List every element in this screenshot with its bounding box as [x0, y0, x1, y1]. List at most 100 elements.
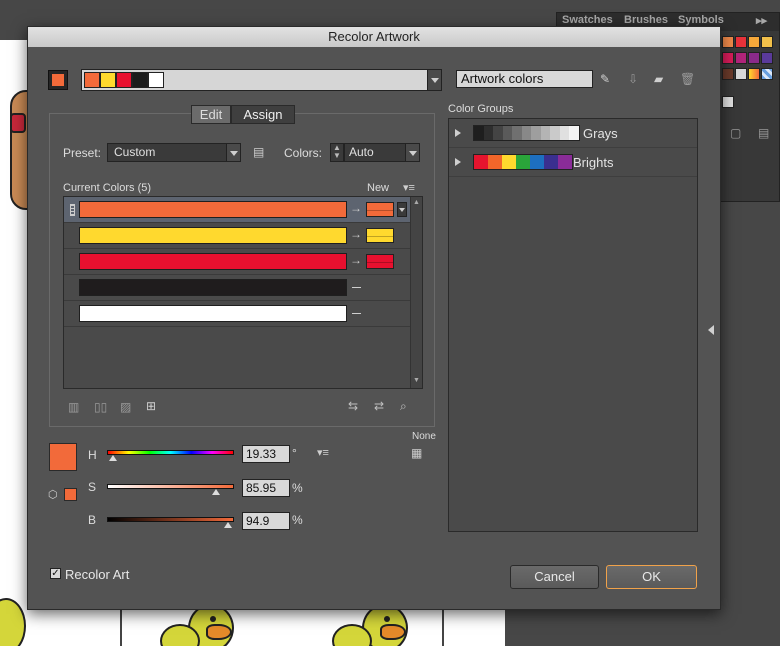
- swatch[interactable]: [748, 36, 760, 48]
- merge-colors-icon[interactable]: ▥: [68, 400, 79, 414]
- swatch[interactable]: [761, 36, 773, 48]
- delete-swatch-icon[interactable]: ▤: [758, 126, 769, 140]
- swatch[interactable]: [748, 52, 760, 64]
- swatch[interactable]: [722, 96, 734, 108]
- find-colors-icon[interactable]: ⌕: [400, 399, 407, 414]
- tab-assign[interactable]: Assign: [231, 105, 295, 124]
- color-row[interactable]: →: [64, 197, 410, 223]
- swatch[interactable]: [735, 68, 747, 80]
- color-group-row[interactable]: Brights: [449, 148, 697, 177]
- randomly-change-saturation-icon[interactable]: ⇄: [374, 399, 384, 413]
- swatch[interactable]: [761, 52, 773, 64]
- new-color-swatch[interactable]: [366, 254, 394, 269]
- color-reduction-options-icon[interactable]: ▤: [253, 145, 264, 159]
- hue-slider-thumb[interactable]: [109, 455, 118, 461]
- color-group-strip-dropdown[interactable]: [81, 69, 442, 91]
- swatch[interactable]: [735, 36, 747, 48]
- group-color-chip: [531, 126, 541, 140]
- recolor-art-checkbox[interactable]: ✓: [50, 568, 61, 579]
- saturation-slider-thumb[interactable]: [212, 489, 221, 495]
- out-of-gamut-icon[interactable]: ⬡: [48, 488, 58, 501]
- swatch[interactable]: [722, 68, 734, 80]
- color-list[interactable]: → → → ▲ ▼: [63, 196, 423, 389]
- list-menu-icon[interactable]: ▾≡: [403, 181, 415, 194]
- brightness-input[interactable]: 94.9: [242, 512, 290, 530]
- new-swatch-icon[interactable]: ▢: [730, 126, 741, 140]
- color-strip: [84, 72, 164, 88]
- current-color-bar[interactable]: [79, 253, 347, 270]
- current-color-bar[interactable]: [79, 201, 347, 218]
- group-color-chip: [569, 126, 579, 140]
- chevron-down-icon: [399, 208, 405, 212]
- current-color-bar[interactable]: [79, 227, 347, 244]
- color-groups-list[interactable]: Grays Brights: [448, 118, 698, 532]
- group-color-chip: [502, 155, 516, 169]
- preset-value: Custom: [114, 145, 156, 159]
- cancel-button[interactable]: Cancel: [510, 565, 599, 589]
- mapping-arrow-icon[interactable]: →: [350, 201, 362, 215]
- collapse-panel-icon[interactable]: [708, 325, 714, 335]
- current-color-swatch-frame[interactable]: [48, 70, 68, 90]
- saturation-unit: %: [292, 481, 303, 495]
- mapping-arrow-icon[interactable]: →: [350, 227, 362, 241]
- brightness-slider[interactable]: [107, 517, 234, 522]
- expand-group-icon[interactable]: [455, 129, 461, 137]
- chevron-down-icon[interactable]: [226, 144, 240, 161]
- brightness-slider-thumb[interactable]: [223, 522, 232, 528]
- color-row[interactable]: [64, 275, 410, 301]
- web-safe-color-swatch[interactable]: [64, 488, 77, 501]
- expand-group-icon[interactable]: [455, 158, 461, 166]
- new-color-swatch[interactable]: [366, 228, 394, 243]
- scroll-down-icon[interactable]: ▼: [413, 377, 420, 384]
- hue-slider[interactable]: [107, 450, 234, 455]
- colors-stepper[interactable]: ▲ ▼: [330, 143, 344, 162]
- color-group-name-field[interactable]: Artwork colors: [456, 70, 593, 88]
- group-color-chip: [488, 155, 502, 169]
- list-scrollbar[interactable]: ▲ ▼: [410, 197, 422, 388]
- panel-menu-icon[interactable]: ▸▸: [756, 14, 767, 30]
- ok-button[interactable]: OK: [606, 565, 697, 589]
- tab-edit[interactable]: Edit: [191, 105, 231, 124]
- row-drag-handle[interactable]: [70, 204, 75, 216]
- group-color-chip: [512, 126, 522, 140]
- new-row-icon[interactable]: ⊞: [146, 399, 156, 413]
- background-figure-mark: [10, 113, 26, 133]
- hue-input[interactable]: 19.33: [242, 445, 290, 463]
- current-color-bar[interactable]: [79, 305, 347, 322]
- current-color-bar[interactable]: [79, 279, 347, 296]
- new-color-swatch[interactable]: [366, 202, 394, 217]
- color-row[interactable]: →: [64, 249, 410, 275]
- swatch[interactable]: [761, 68, 773, 80]
- swatch[interactable]: [735, 52, 747, 64]
- strip-color-chip: [100, 72, 116, 88]
- exclude-colors-icon[interactable]: ▨: [120, 400, 131, 414]
- save-changes-icon[interactable]: ⇩: [628, 72, 638, 86]
- color-mode-menu-icon[interactable]: ▾≡: [317, 446, 329, 459]
- preset-dropdown[interactable]: Custom: [107, 143, 241, 162]
- chevron-down-icon[interactable]: [427, 70, 441, 90]
- randomly-change-order-icon[interactable]: ⇆: [348, 399, 358, 413]
- new-group-folder-icon[interactable]: ▰: [654, 72, 663, 86]
- mapping-arrow-icon[interactable]: →: [350, 253, 362, 267]
- duck-eye: [384, 616, 390, 622]
- colors-count-dropdown[interactable]: Auto: [344, 143, 420, 162]
- color-mode-swatch-icon[interactable]: ▦: [411, 446, 422, 460]
- color-group-row[interactable]: Grays: [449, 119, 697, 148]
- color-row[interactable]: [64, 301, 410, 327]
- swatch[interactable]: [748, 68, 760, 80]
- group-color-chip: [483, 126, 493, 140]
- swatch[interactable]: [722, 36, 734, 48]
- eyedropper-icon[interactable]: ✎: [600, 72, 610, 86]
- color-row[interactable]: →: [64, 223, 410, 249]
- recolor-art-label: Recolor Art: [65, 567, 130, 582]
- new-color-dropdown-icon[interactable]: [397, 202, 407, 217]
- chevron-down-icon[interactable]: [405, 144, 419, 161]
- separate-colors-icon[interactable]: ▯▯: [94, 400, 107, 414]
- scroll-up-icon[interactable]: ▲: [413, 199, 420, 206]
- swatch[interactable]: [722, 52, 734, 64]
- dialog-title[interactable]: Recolor Artwork: [28, 27, 720, 47]
- strip-color-chip: [84, 72, 100, 88]
- delete-group-icon[interactable]: 🗑: [680, 72, 695, 86]
- duck-eye: [210, 616, 216, 622]
- saturation-input[interactable]: 85.95: [242, 479, 290, 497]
